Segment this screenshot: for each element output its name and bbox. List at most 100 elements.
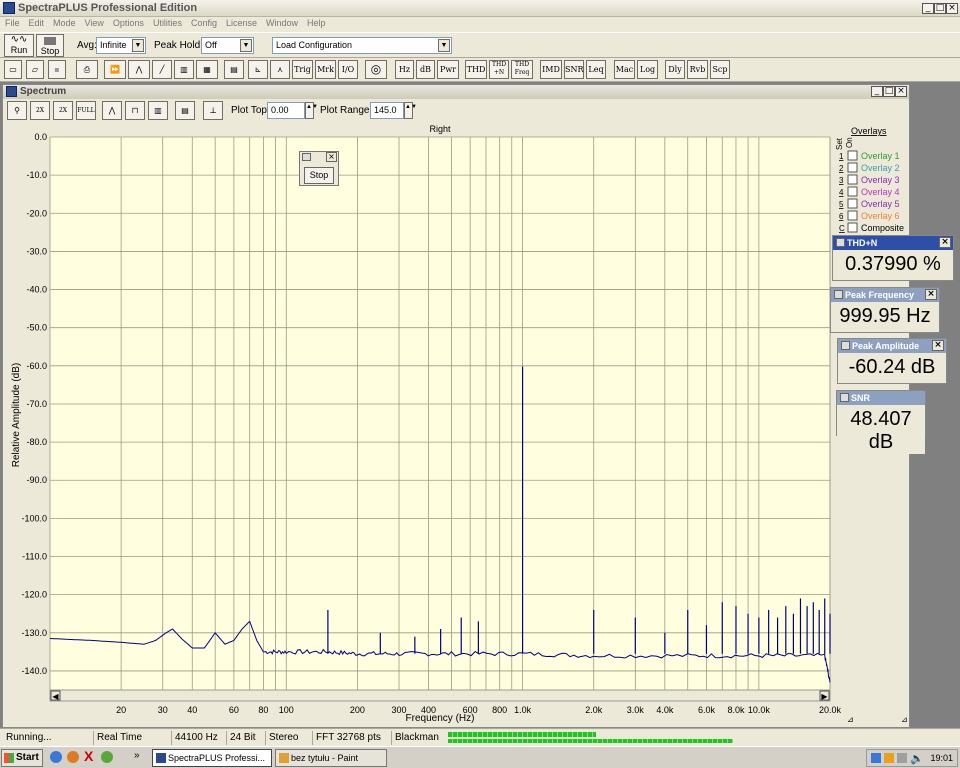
zoom-in-2x-icon[interactable]: 2X — [30, 101, 50, 120]
bars-icon[interactable]: ▥ — [174, 60, 194, 79]
imd-button[interactable]: IMD — [540, 60, 562, 79]
print-icon[interactable]: ⎙ — [76, 60, 98, 79]
marker-icon[interactable]: ⊥ — [203, 101, 223, 120]
task-spectraplus[interactable]: SpectraPLUS Professi... — [152, 749, 272, 767]
volume-icon[interactable]: 🔈 — [910, 751, 924, 767]
tray-app-icon[interactable] — [897, 753, 907, 763]
line-plot-icon[interactable]: ⋀ — [102, 101, 122, 120]
overlay-checkbox-1[interactable] — [847, 150, 858, 161]
avg-select[interactable]: Infinite ▼ — [96, 37, 146, 54]
x-tick-label: 30 — [158, 705, 168, 715]
minimize-icon[interactable]: _ — [922, 3, 934, 14]
scp-button[interactable]: Scp — [710, 60, 730, 79]
slope-icon[interactable]: ╱ — [152, 60, 172, 79]
rvb-button[interactable]: Rvb — [687, 60, 708, 79]
overlay-checkbox-4[interactable] — [847, 186, 858, 197]
y-tick-label: -40.0 — [26, 285, 47, 295]
x-tick-label: 80 — [258, 705, 268, 715]
thd-freq-button[interactable]: THD Freq — [511, 60, 533, 79]
trigger-icon[interactable]: ⋏ — [270, 60, 290, 79]
new-file-icon[interactable]: ▭ — [4, 60, 22, 79]
x-icon[interactable]: X — [84, 748, 93, 764]
close-icon[interactable]: × — [925, 289, 937, 300]
open-folder-icon[interactable]: ▱ — [26, 60, 44, 79]
ie-icon[interactable] — [50, 751, 62, 763]
menu-help[interactable]: Help — [302, 17, 330, 28]
close-icon[interactable]: × — [326, 152, 337, 162]
x-tick-label: 6.0k — [698, 705, 716, 715]
close-icon[interactable]: × — [939, 237, 951, 248]
overlay-checkbox-2[interactable] — [847, 162, 858, 173]
app-shortcut-icon[interactable] — [101, 751, 113, 763]
load-config-select[interactable]: Load Configuration ▼ — [272, 37, 452, 54]
dropdown-arrow-icon: ▼ — [132, 39, 144, 52]
close-icon[interactable]: × — [895, 86, 907, 97]
plot-top-input[interactable]: 0.00 — [267, 102, 305, 119]
thd-button[interactable]: THD — [465, 60, 487, 79]
menu-license[interactable]: License — [221, 17, 261, 28]
io-button[interactable]: I/O — [338, 60, 358, 79]
x-tick-label: 40 — [187, 705, 197, 715]
menu-mode[interactable]: Mode — [48, 17, 80, 28]
log-button[interactable]: Log — [637, 60, 658, 79]
start-button[interactable]: Start — [1, 749, 43, 767]
floating-stop-button[interactable]: Stop — [304, 167, 334, 184]
trig-button[interactable]: Trig — [292, 60, 313, 79]
close-icon[interactable]: × — [946, 3, 958, 14]
maximize-icon[interactable]: □ — [934, 3, 946, 14]
horizontal-scrollbar[interactable] — [49, 689, 831, 702]
fast-forward-icon[interactable]: ⏩ — [104, 60, 126, 79]
firefox-icon[interactable] — [67, 751, 79, 763]
overlay-checkbox-6[interactable] — [847, 210, 858, 221]
plot-range-input[interactable]: 145.0 — [370, 102, 404, 119]
save-icon[interactable]: ▪ — [48, 60, 66, 79]
bar-plot-icon[interactable]: ▥ — [148, 101, 168, 120]
menu-utilities[interactable]: Utilities — [148, 17, 186, 28]
plot-top-spinner[interactable]: ▲▼ — [305, 102, 318, 119]
calc-icon[interactable]: ▤ — [224, 60, 244, 79]
run-button[interactable]: ∿∿ Run — [4, 34, 34, 57]
stop-button[interactable]: Stop — [36, 34, 64, 57]
step-plot-icon[interactable]: ⊓ — [125, 101, 145, 120]
menu-edit[interactable]: Edit — [24, 17, 49, 28]
dly-button[interactable]: Dly — [665, 60, 685, 79]
maximize-icon[interactable]: □ — [883, 86, 895, 97]
overlay-checkbox-5[interactable] — [847, 198, 858, 209]
spectrogram-icon[interactable]: ▦ — [196, 60, 218, 79]
zoom-out-2x-icon[interactable]: 2X — [53, 101, 73, 120]
minimize-icon[interactable]: _ — [871, 86, 883, 97]
overlay-checkbox-C[interactable] — [847, 222, 858, 233]
menu-view[interactable]: View — [80, 17, 108, 28]
x-tick-label: 20.0k — [819, 705, 842, 715]
mrk-button[interactable]: Mrk — [315, 60, 336, 79]
mac-button[interactable]: Mac — [614, 60, 635, 79]
leq-button[interactable]: Leq — [586, 60, 606, 79]
overlay-checkbox-3[interactable] — [847, 174, 858, 185]
floating-stop-window: × Stop — [299, 151, 339, 186]
plot-range-spinner[interactable]: ▲▼ — [404, 102, 417, 119]
snr-button[interactable]: SNR — [564, 60, 584, 79]
menu-config[interactable]: Config — [186, 17, 221, 28]
task-paint[interactable]: bez tytułu - Paint — [275, 749, 387, 767]
zoom-icon[interactable]: ⚲ — [7, 101, 27, 120]
properties-icon[interactable]: ▤ — [175, 101, 195, 120]
zoom-full-icon[interactable]: FULL — [76, 101, 96, 120]
menu-options[interactable]: Options — [108, 17, 148, 28]
axis-icon[interactable]: ⊾ — [248, 60, 268, 79]
menu-file[interactable]: File — [0, 17, 24, 28]
thd-n-button[interactable]: THD +N — [489, 60, 509, 79]
waveform-icon[interactable]: ⋀ — [128, 60, 150, 79]
network-icon[interactable] — [871, 753, 881, 763]
hz-button[interactable]: Hz — [395, 60, 414, 79]
y-tick-label: -70.0 — [26, 399, 47, 409]
close-icon[interactable]: × — [932, 340, 944, 351]
main-toolbar: ∿∿ Run Stop Avg: Infinite ▼ Peak Hold: Of… — [0, 32, 960, 58]
tray-app-icon[interactable] — [884, 753, 894, 763]
peak-hold-select[interactable]: Off ▼ — [201, 37, 254, 54]
menu-window[interactable]: Window — [261, 17, 302, 28]
signal-generator-icon[interactable]: ◎ — [365, 60, 387, 79]
db-button[interactable]: dB — [416, 60, 435, 79]
chevron-right-icon[interactable]: » — [134, 750, 140, 761]
overlay-label-3: Overlay 3 — [861, 175, 900, 185]
pwr-button[interactable]: Pwr — [437, 60, 459, 79]
